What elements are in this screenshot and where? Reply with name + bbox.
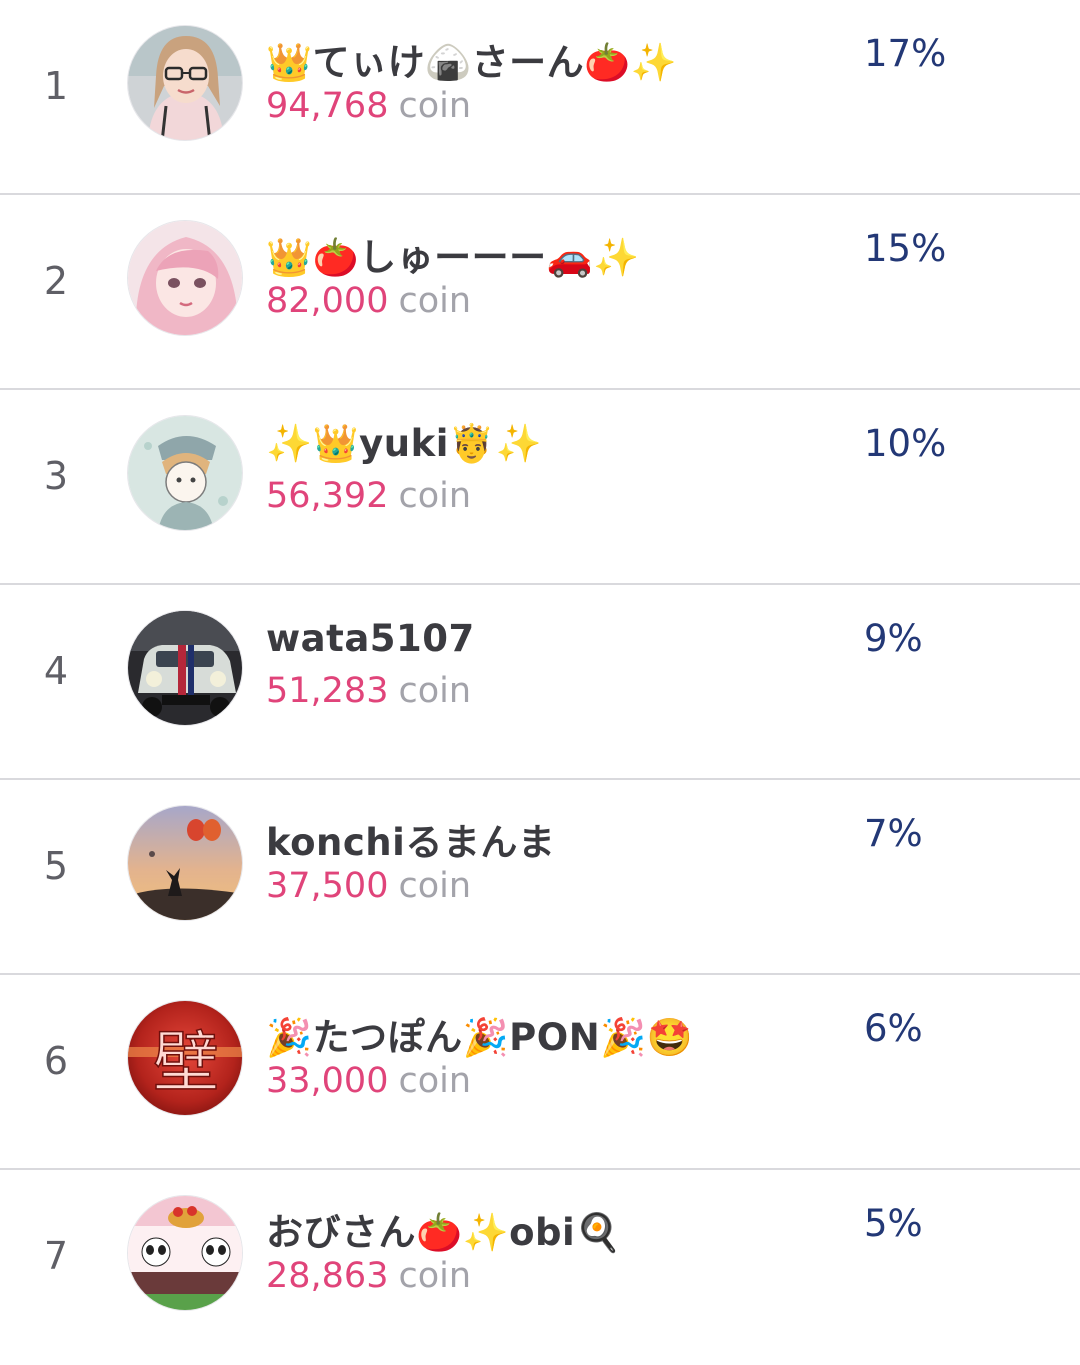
percent-share: 17% [864, 32, 947, 75]
avatar-balloons-sunset-icon [128, 806, 242, 920]
rank-number: 1 [43, 64, 69, 108]
avatar[interactable] [127, 415, 243, 531]
ranking-row[interactable]: 1 👑てぃけ🍙さーん🍅✨ 94,768 coin 17% [0, 0, 1080, 195]
ranking-row[interactable]: 6 壁 🎉たつぽん🎉PON🎉🤩 33,000 coin 6% [0, 975, 1080, 1170]
ranking-list: 1 👑てぃけ🍙さーん🍅✨ 94,768 coin 17% 2 👑🍅しゅーーー🚗✨… [0, 0, 1080, 1350]
avatar[interactable] [127, 1195, 243, 1311]
coin-unit: coin [398, 671, 472, 711]
avatar-car-icon [128, 611, 242, 725]
percent-share: 9% [864, 617, 923, 660]
rank-number: 5 [43, 844, 69, 888]
coin-value: 37,500 [266, 866, 389, 906]
coin-unit: coin [398, 476, 472, 516]
coin-amount: 37,500 coin [266, 866, 471, 906]
user-name: ✨👑yuki🤴✨ [266, 422, 543, 465]
avatar[interactable] [127, 610, 243, 726]
coin-amount: 33,000 coin [266, 1061, 471, 1101]
rank-number: 6 [43, 1039, 69, 1083]
percent-share: 5% [864, 1202, 923, 1245]
coin-value: 51,283 [266, 671, 389, 711]
percent-share: 7% [864, 812, 923, 855]
rank-number: 7 [43, 1234, 69, 1278]
avatar[interactable]: 壁 [127, 1000, 243, 1116]
ranking-row[interactable]: 3 ✨👑yuki🤴✨ 56,392 coin 10% [0, 390, 1080, 585]
avatar[interactable] [127, 805, 243, 921]
coin-unit: coin [398, 1061, 472, 1101]
coin-unit: coin [398, 86, 472, 126]
percent-share: 10% [864, 422, 947, 465]
avatar-woman-glasses-icon [128, 26, 242, 140]
coin-unit: coin [398, 1256, 472, 1296]
percent-share: 15% [864, 227, 947, 270]
coin-value: 33,000 [266, 1061, 389, 1101]
coin-unit: coin [398, 281, 472, 321]
percent-share: 6% [864, 1007, 923, 1050]
ranking-row[interactable]: 4 wata5107 51,283 coin 9% [0, 585, 1080, 780]
ranking-row[interactable]: 2 👑🍅しゅーーー🚗✨ 82,000 coin 15% [0, 195, 1080, 390]
user-name: おびさん🍅✨obi🍳 [266, 1211, 622, 1254]
avatar-kanji-wall-icon: 壁 [128, 1001, 242, 1115]
avatar-pink-hair-icon [128, 221, 242, 335]
user-name: 👑🍅しゅーーー🚗✨ [266, 236, 640, 279]
coin-value: 28,863 [266, 1256, 389, 1296]
coin-amount: 94,768 coin [266, 86, 471, 126]
rank-number: 3 [43, 454, 69, 498]
coin-unit: coin [398, 866, 472, 906]
coin-value: 94,768 [266, 86, 389, 126]
coin-amount: 51,283 coin [266, 671, 471, 711]
coin-amount: 56,392 coin [266, 476, 471, 516]
ranking-row[interactable]: 5 konchiるまんま 37,500 coin 7% [0, 780, 1080, 975]
user-name: 👑てぃけ🍙さーん🍅✨ [266, 41, 678, 84]
ranking-row[interactable]: 7 おびさん🍅✨obi🍳 28,863 coin 5% [0, 1170, 1080, 1365]
user-name: 🎉たつぽん🎉PON🎉🤩 [266, 1016, 694, 1059]
rank-number: 4 [43, 649, 69, 693]
coin-value: 82,000 [266, 281, 389, 321]
user-name: wata5107 [266, 617, 475, 660]
user-name: konchiるまんま [266, 821, 556, 864]
rank-number: 2 [43, 259, 69, 303]
avatar-pandas-icon [128, 1196, 242, 1310]
svg-text:壁: 壁 [153, 1024, 219, 1101]
avatar[interactable] [127, 220, 243, 336]
avatar-illustration-icon [128, 416, 242, 530]
coin-amount: 82,000 coin [266, 281, 471, 321]
coin-value: 56,392 [266, 476, 389, 516]
avatar[interactable] [127, 25, 243, 141]
coin-amount: 28,863 coin [266, 1256, 471, 1296]
